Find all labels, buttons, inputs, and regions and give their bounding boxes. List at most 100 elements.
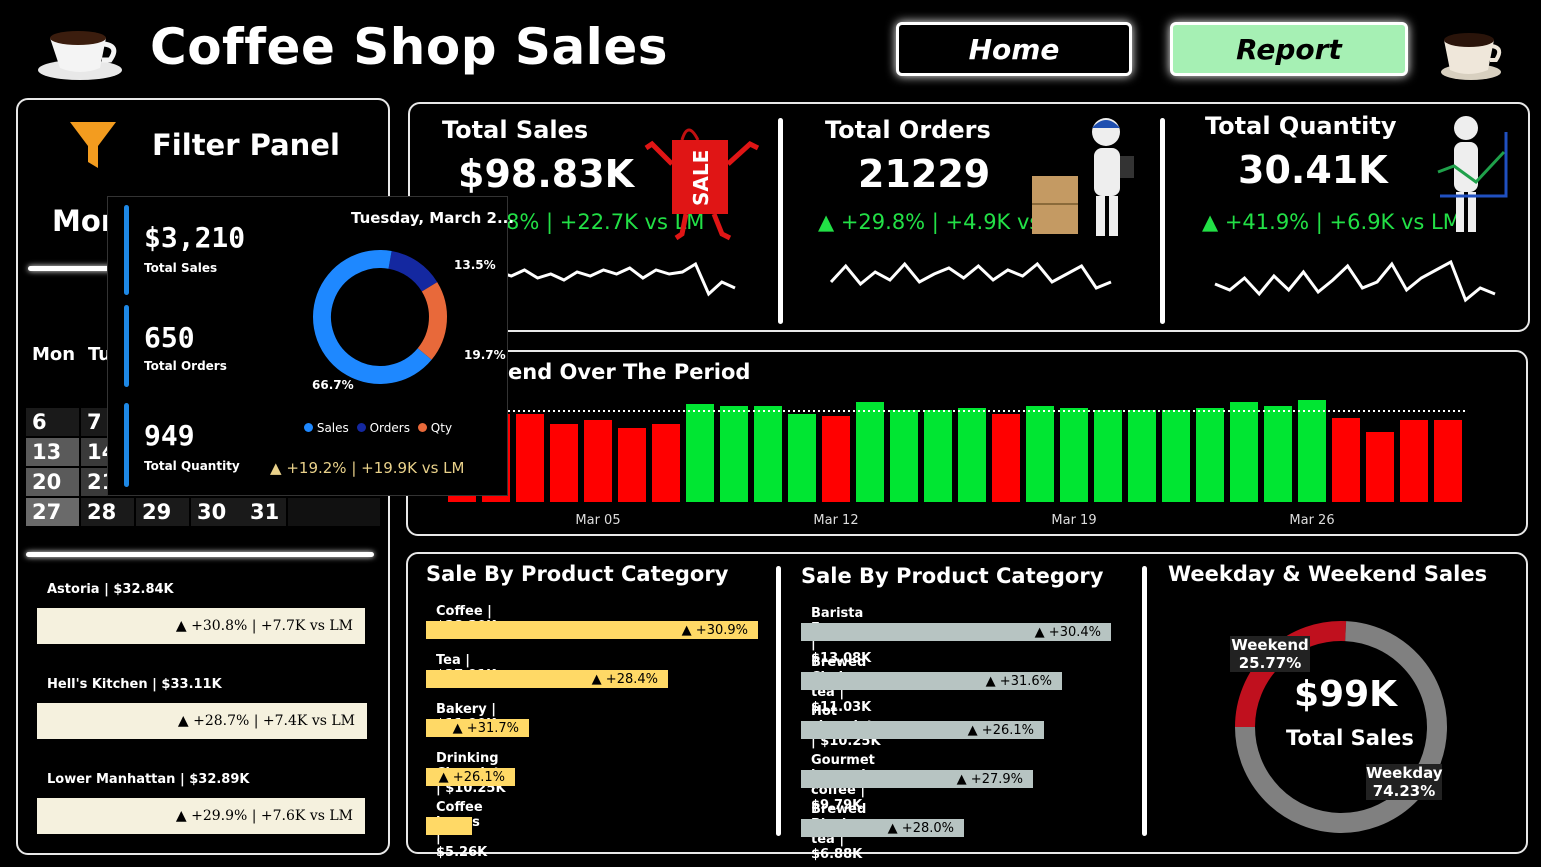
kpi-quantity-delta: ▲ +41.9% | +6.9K vs LM xyxy=(1202,210,1461,234)
tooltip-sales-label: Total Sales xyxy=(144,261,218,275)
product-type-bar[interactable]: ▲ +27.9% xyxy=(801,770,1033,788)
trend-bar[interactable] xyxy=(1060,408,1088,502)
trend-bar[interactable] xyxy=(1366,432,1394,502)
category-bar[interactable]: ▲ +26.1% xyxy=(426,768,515,786)
weekday-percent: 74.23% xyxy=(1372,782,1436,800)
trend-bar[interactable] xyxy=(550,424,578,502)
kpi-quantity-value: 30.41K xyxy=(1238,148,1388,192)
calendar-day[interactable]: 27 xyxy=(26,498,79,526)
donut-data-label: 66.7% xyxy=(312,378,354,392)
trend-bar[interactable] xyxy=(754,406,782,502)
sparkline xyxy=(484,261,736,297)
category-bar[interactable]: ▲ +28.4% xyxy=(426,670,668,688)
trend-bar[interactable] xyxy=(1162,410,1190,502)
product-type-bar[interactable]: ▲ +26.1% xyxy=(801,721,1044,739)
store-label-hells-kitchen: Hell's Kitchen | $33.11K xyxy=(47,677,222,692)
donut-data-label: 19.7% xyxy=(464,348,506,362)
up-triangle-icon: ▲ xyxy=(270,459,282,477)
weekend-label: Weekend 25.77% xyxy=(1230,636,1310,672)
trend-bar[interactable] xyxy=(1230,402,1258,502)
kpi-orders-title: Total Orders xyxy=(825,116,991,144)
delivery-person-icon xyxy=(1028,114,1138,248)
category-bar[interactable]: ▲ +30.9% xyxy=(426,621,758,639)
sparkline xyxy=(829,261,1112,290)
x-tick-label: Mar 19 xyxy=(1051,513,1096,528)
trend-bar[interactable] xyxy=(856,402,884,502)
divider xyxy=(28,266,118,271)
trend-bar[interactable] xyxy=(1026,406,1054,502)
trend-bar[interactable] xyxy=(1434,420,1462,502)
trend-bar[interactable] xyxy=(584,420,612,502)
product-type-bar[interactable]: ▲ +28.0% xyxy=(801,819,964,837)
trend-chart: Mar 05 Mar 12 Mar 19 Mar 26 xyxy=(408,392,1518,536)
quantity-sparkline xyxy=(1210,254,1500,328)
trend-bar[interactable] xyxy=(958,408,986,502)
trend-bar[interactable] xyxy=(822,416,850,502)
trend-bar[interactable] xyxy=(1298,400,1326,502)
trend-bar[interactable] xyxy=(516,414,544,502)
donut-slice-orders[interactable] xyxy=(388,251,438,292)
x-tick-label: Mar 05 xyxy=(575,513,620,528)
store-delta-lower-manhattan[interactable]: ▲ +29.9% | +7.6K vs LM xyxy=(37,798,365,834)
trend-bar[interactable] xyxy=(890,410,918,502)
trend-bar[interactable] xyxy=(686,404,714,502)
donut-slice-qty[interactable] xyxy=(417,282,447,360)
store-label-lower-manhattan: Lower Manhattan | $32.89K xyxy=(47,772,250,787)
donut-data-label: 13.5% xyxy=(454,258,496,272)
tooltip-donut: 13.5% 19.7% 66.7% xyxy=(278,233,508,407)
x-tick-label: Mar 26 xyxy=(1289,513,1334,528)
product-type-bar[interactable]: ▲ +30.4% xyxy=(801,623,1111,641)
report-button[interactable]: Report xyxy=(1170,22,1408,76)
coffee-cup-icon xyxy=(1438,20,1504,82)
product-type-title: Sale By Product Category xyxy=(801,564,1104,588)
trend-panel: end Over The Period Mar 05 Mar 12 Mar 19 Ma… xyxy=(406,350,1528,536)
kpi-sales-value: $98.83K xyxy=(458,152,635,196)
tooltip-orders-label: Total Orders xyxy=(144,359,227,373)
trend-bar[interactable] xyxy=(1196,408,1224,502)
legend-qty: Qty xyxy=(417,421,452,435)
kpi-panel: Total Sales $98.83K 8% | +22.7K vs LM SA… xyxy=(408,102,1530,332)
tooltip-delta: ▲ +19.2% | +19.9K vs LM xyxy=(270,459,465,477)
divider xyxy=(1142,566,1147,836)
accent-bar xyxy=(124,403,129,487)
trend-bar[interactable] xyxy=(924,410,952,502)
weekday-header-mon: Mon xyxy=(32,344,76,365)
calendar-day[interactable]: 30 xyxy=(191,498,244,526)
legend-orders: Orders xyxy=(356,421,410,435)
trend-bar[interactable] xyxy=(1264,406,1292,502)
calendar-day[interactable]: 31 xyxy=(244,498,286,526)
trend-bar[interactable] xyxy=(1094,410,1122,502)
home-button[interactable]: Home xyxy=(896,22,1132,76)
trend-bar[interactable] xyxy=(1332,418,1360,502)
calendar-day[interactable]: 6 xyxy=(26,408,79,436)
divider xyxy=(26,552,374,557)
trend-bar[interactable] xyxy=(1400,420,1428,502)
calendar-day[interactable]: 29 xyxy=(136,498,189,526)
trend-bar[interactable] xyxy=(652,424,680,502)
funnel-icon xyxy=(68,120,118,174)
divider xyxy=(778,118,783,324)
total-sales-center-label: Total Sales xyxy=(1286,726,1414,750)
kpi-quantity-title: Total Quantity xyxy=(1205,112,1397,140)
category-bar[interactable]: ▲ +31.7% xyxy=(426,719,529,737)
total-sales-center-value: $99K xyxy=(1294,674,1398,715)
x-tick-label: Mar 12 xyxy=(813,513,858,528)
product-type-bar[interactable]: ▲ +31.6% xyxy=(801,672,1062,690)
sale-bag-icon: SALE xyxy=(642,114,762,248)
trend-title: end Over The Period xyxy=(508,360,751,384)
trend-bar[interactable] xyxy=(992,414,1020,502)
trend-bar[interactable] xyxy=(788,414,816,502)
store-delta-astoria[interactable]: ▲ +30.8% | +7.7K vs LM xyxy=(37,608,365,644)
tooltip-date: Tuesday, March 2... xyxy=(351,209,515,227)
orders-sparkline xyxy=(826,254,1116,318)
kpi-sales-title: Total Sales xyxy=(442,116,589,144)
calendar-day[interactable]: 28 xyxy=(81,498,134,526)
category-bar[interactable] xyxy=(426,817,472,835)
weekend-percent: 25.77% xyxy=(1238,654,1302,672)
calendar-day[interactable]: 20 xyxy=(26,468,79,496)
trend-bar[interactable] xyxy=(1128,410,1156,502)
trend-bar[interactable] xyxy=(720,406,748,502)
calendar-day[interactable]: 13 xyxy=(26,438,79,466)
store-delta-hells-kitchen[interactable]: ▲ +28.7% | +7.4K vs LM xyxy=(37,703,367,739)
trend-bar[interactable] xyxy=(618,428,646,502)
